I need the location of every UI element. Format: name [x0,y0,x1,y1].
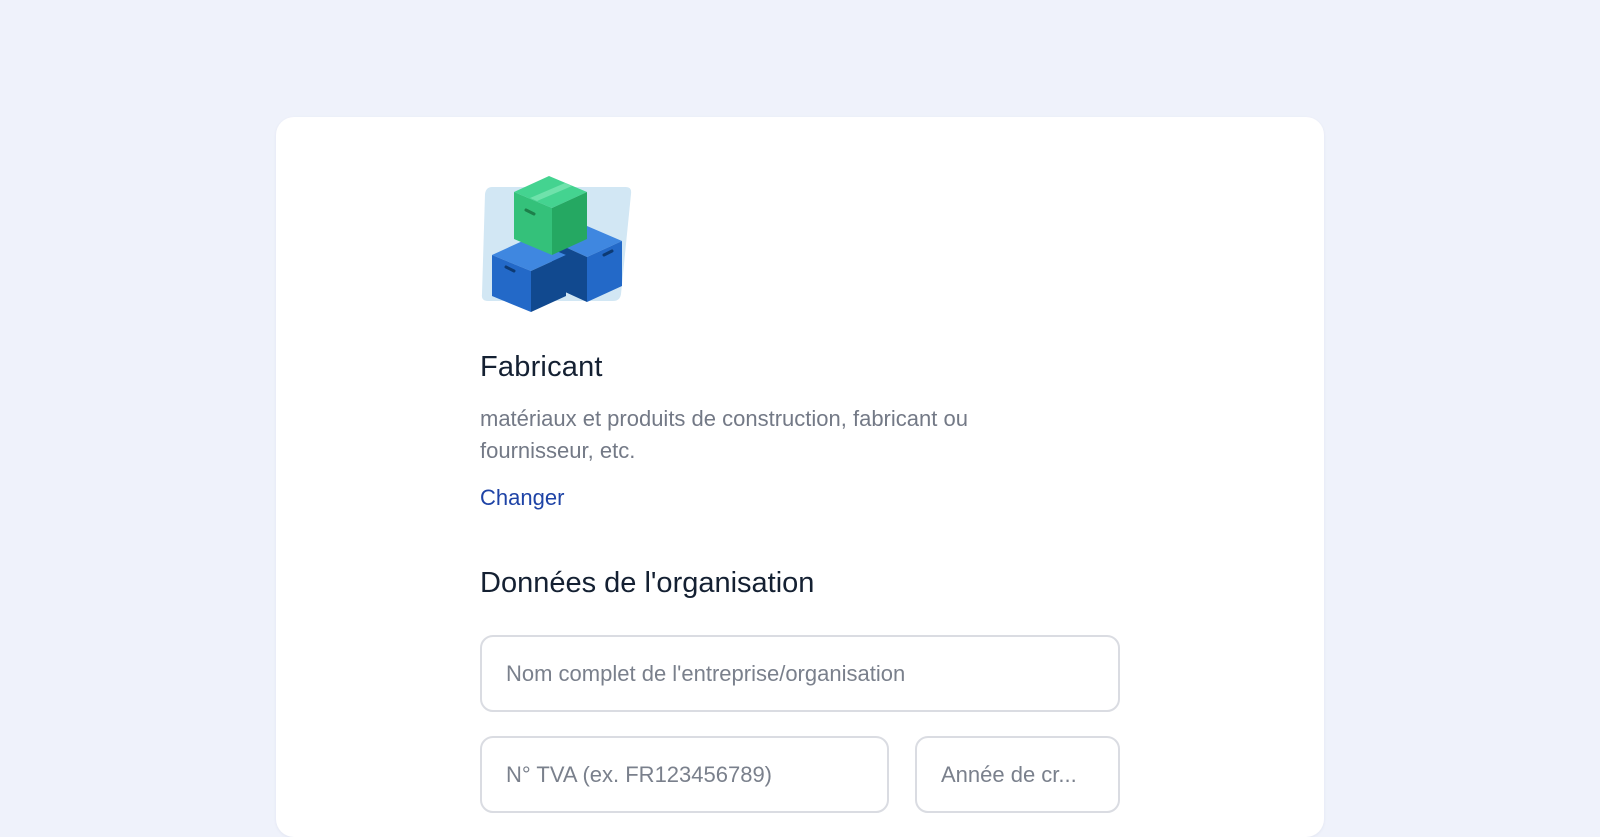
organization-name-input[interactable] [480,635,1120,712]
creation-year-input[interactable] [915,736,1120,813]
stacked-boxes-icon [480,175,636,315]
tva-number-input[interactable] [480,736,889,813]
card: Fabricant matériaux et produits de const… [276,117,1324,837]
change-category-link[interactable]: Changer [480,485,564,511]
organization-section-title: Données de l'organisation [480,567,815,599]
category-description: matériaux et produits de construction, f… [480,406,968,463]
category-title: Fabricant [480,351,603,383]
